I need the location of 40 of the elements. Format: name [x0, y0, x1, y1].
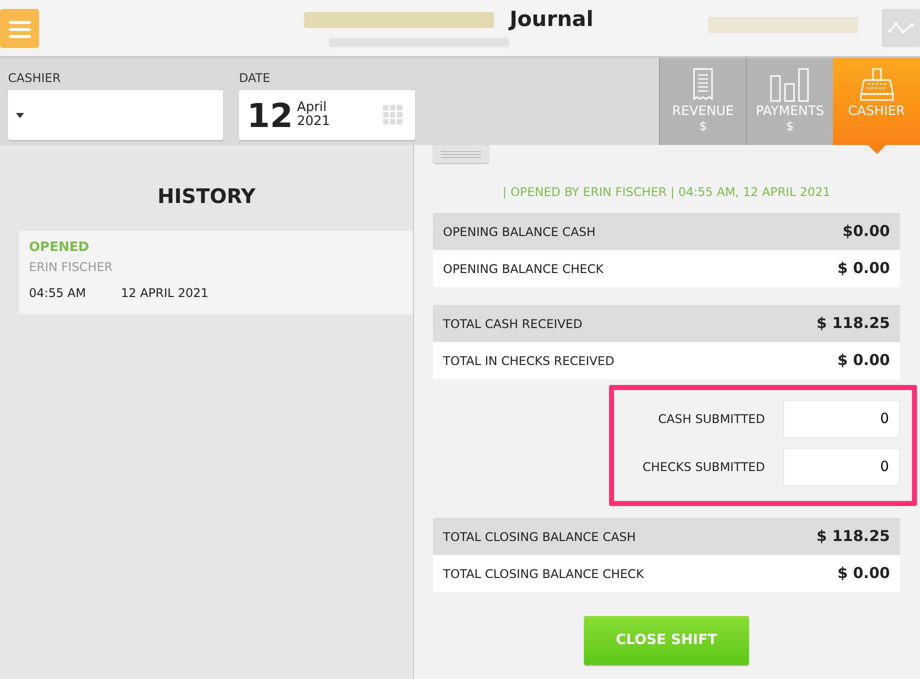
date-year: 2021 — [296, 115, 330, 130]
amount-field[interactable]: 0 — [783, 400, 900, 438]
balance-value: $ 0.00 — [837, 350, 890, 372]
entry-status: OPENED — [29, 239, 90, 257]
field-label: CASHIER — [8, 70, 62, 87]
history-title: HISTORY — [156, 183, 257, 210]
date-day: 12 — [247, 98, 293, 132]
balance-label: TOTAL CASH RECEIVED — [443, 316, 582, 332]
drag-handle[interactable] — [433, 145, 489, 163]
calendar-grid-icon — [383, 105, 403, 125]
balance-label: TOTAL CLOSING BALANCE CHECK — [443, 566, 644, 582]
field-label: CHECKS SUBMITTED — [642, 459, 765, 476]
balance-value: $ 0.00 — [837, 563, 890, 584]
chart-button[interactable] — [882, 9, 920, 47]
line-graph-icon — [888, 21, 914, 35]
amount-field[interactable]: 0 — [783, 448, 900, 486]
balance-label: OPENING BALANCE CHECK — [443, 260, 604, 278]
field-label: DATE — [239, 70, 272, 87]
balance-value: $ 118.25 — [816, 313, 890, 334]
balance-value: $0.00 — [842, 221, 890, 242]
balance-label: TOTAL CLOSING BALANCE CASH — [443, 528, 636, 546]
caret-icon — [16, 112, 24, 118]
balance-value: $ 118.25 — [816, 526, 890, 548]
entry-date: 12 APRIL 2021 — [121, 284, 208, 302]
date-month: April — [296, 100, 328, 115]
entry-name: ERIN FISCHER — [29, 258, 114, 276]
balance-label: TOTAL IN CHECKS RECEIVED — [443, 352, 614, 370]
opened-info: | OPENED BY ERIN FISCHER | 04:55 AM, 12 APRIL 2021 — [502, 184, 832, 201]
menu-button[interactable] — [0, 9, 39, 48]
page-title: Journal — [510, 6, 594, 33]
cash-register-icon — [860, 68, 894, 102]
menu-icon — [8, 20, 30, 38]
field-label: CASH SUBMITTED — [658, 411, 765, 428]
bar-chart-icon — [770, 68, 810, 102]
history-entry[interactable]: OPENED ERIN FISCHER 04:55 AM 12 APRIL 2021 — [19, 231, 413, 314]
balance-value: $ 0.00 — [837, 258, 890, 280]
receipt-icon — [692, 68, 714, 102]
entry-time: 04:55 AM — [29, 284, 87, 302]
balance-label: OPENING BALANCE CASH — [443, 224, 596, 240]
cashier-select[interactable] — [8, 90, 223, 140]
